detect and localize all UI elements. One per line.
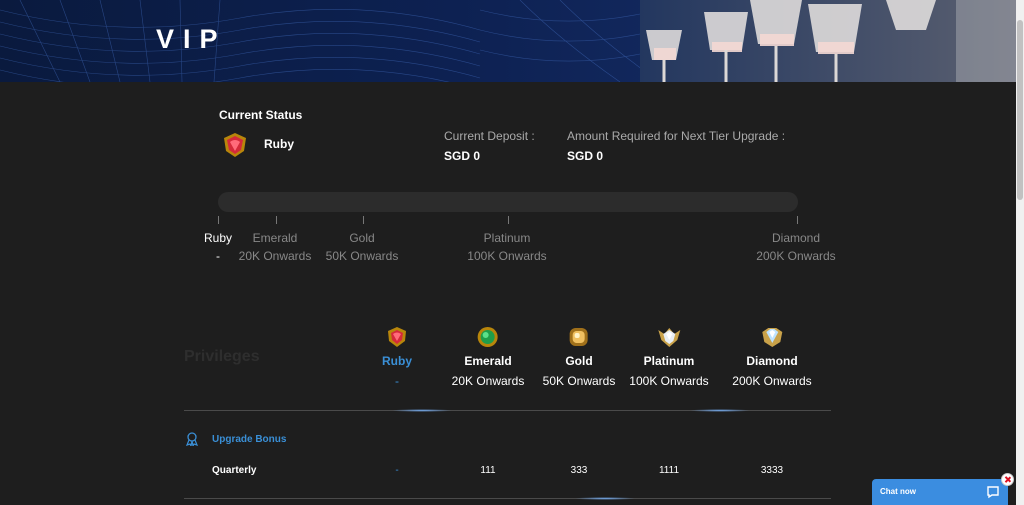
emerald-badge-icon	[477, 327, 498, 347]
progress-tick	[276, 216, 277, 224]
table-cell: 3333	[760, 465, 784, 476]
section-title-upgrade-bonus: Upgrade Bonus	[212, 434, 287, 445]
table-cell: 111	[480, 465, 496, 476]
chat-close-icon[interactable]	[1001, 473, 1014, 486]
current-deposit-label: Current Deposit :	[444, 129, 535, 143]
column-emerald: Emerald 20K Onwards	[451, 326, 525, 388]
diamond-badge-icon	[761, 328, 782, 347]
chat-bubble-icon	[987, 486, 999, 499]
ruby-badge-icon	[224, 133, 246, 157]
table-cell: -	[395, 465, 399, 476]
table-cell: 333	[570, 465, 588, 476]
chat-now-label: Chat now	[880, 487, 916, 496]
current-status-title: Current Status	[219, 108, 303, 122]
progress-tier-platinum-amount: 100K Onwards	[467, 249, 547, 263]
progress-tier-gold-amount: 50K Onwards	[325, 249, 399, 263]
current-tier-name: Ruby	[264, 137, 294, 151]
ruby-badge-icon	[388, 327, 406, 347]
divider-glow	[392, 409, 452, 412]
required-amount-label: Amount Required for Next Tier Upgrade :	[567, 129, 786, 143]
progress-tier-emerald: Emerald	[252, 231, 298, 245]
column-amount: 50K Onwards	[542, 374, 616, 388]
progress-tick	[508, 216, 509, 224]
current-deposit-value: SGD 0	[444, 149, 481, 163]
column-platinum: Platinum 100K Onwards	[629, 326, 709, 388]
column-amount: 20K Onwards	[451, 374, 525, 388]
progress-tick	[218, 216, 219, 224]
page-title: VIP	[156, 24, 227, 54]
column-name: Platinum	[643, 354, 695, 368]
progress-tier-diamond-amount: 200K Onwards	[756, 249, 836, 263]
column-name: Emerald	[464, 354, 512, 368]
progress-tier-gold: Gold	[349, 231, 375, 245]
required-amount-value: SGD 0	[567, 149, 604, 163]
divider-glow	[575, 497, 635, 500]
column-gold: Gold 50K Onwards	[542, 326, 616, 388]
progress-tier-emerald-amount: 20K Onwards	[238, 249, 312, 263]
page-scrollbar[interactable]	[1016, 0, 1024, 505]
divider-glow	[690, 409, 750, 412]
column-name: Diamond	[746, 354, 798, 368]
progress-tick	[797, 216, 798, 224]
progress-tick	[363, 216, 364, 224]
progress-tier-platinum: Platinum	[483, 231, 531, 245]
progress-tier-ruby: Ruby	[203, 231, 233, 245]
scrollbar-thumb[interactable]	[1017, 20, 1023, 200]
progress-tier-diamond: Diamond	[771, 231, 821, 245]
ribbon-icon	[186, 432, 198, 446]
vip-banner: VIP	[0, 0, 1016, 82]
column-amount: 200K Onwards	[732, 374, 812, 388]
progress-tier-ruby-amount: -	[216, 249, 220, 263]
chat-now-button[interactable]: Chat now	[872, 479, 1008, 505]
column-ruby: Ruby -	[382, 326, 412, 388]
platinum-badge-icon	[657, 328, 680, 347]
privileges-label: Privileges	[184, 348, 260, 365]
table-cell: 1111	[658, 465, 680, 476]
tier-progress-bar	[218, 192, 798, 212]
column-name: Ruby	[382, 354, 412, 368]
column-amount: 100K Onwards	[629, 374, 709, 388]
column-diamond: Diamond 200K Onwards	[732, 326, 812, 388]
column-name: Gold	[565, 354, 593, 368]
wine-glasses-image	[640, 0, 1016, 82]
gold-badge-icon	[569, 328, 588, 346]
column-amount: -	[395, 374, 399, 388]
row-label-quarterly: Quarterly	[212, 465, 257, 476]
table-divider	[184, 498, 831, 499]
